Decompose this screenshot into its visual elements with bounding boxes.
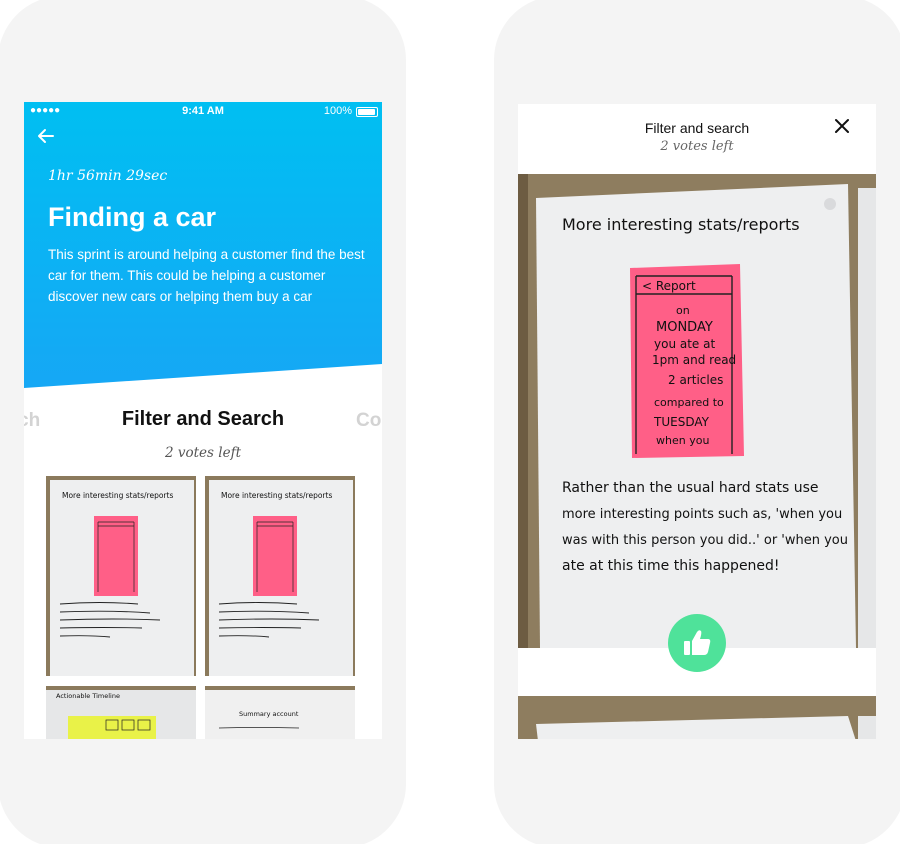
idea-thumbnail[interactable]: More interesting stats/reports xyxy=(46,476,196,676)
carousel-next-tab[interactable]: Co xyxy=(356,410,381,432)
phone-left: ●●●●● 9:41 AM 100% 1hr 56min 29sec Findi… xyxy=(0,0,406,844)
photo-heading: More interesting stats/reports xyxy=(562,215,800,234)
thumbs-up-icon xyxy=(684,630,711,655)
modal-votes-left: 2 votes left xyxy=(660,139,734,154)
sticky-note-line: you ate at xyxy=(654,337,715,351)
idea-thumbnail[interactable]: Actionable Timeline xyxy=(46,686,196,739)
sticky-note-line: 2 articles xyxy=(668,373,723,387)
idea-thumbnail[interactable]: More interesting stats/reports xyxy=(205,476,355,676)
modal-header: Filter and search 2 votes left xyxy=(518,104,876,174)
photo-body-line: Rather than the usual hard stats use xyxy=(562,480,819,496)
battery-percent: 100% xyxy=(323,105,352,117)
next-idea-photo[interactable] xyxy=(518,696,876,739)
sticky-note-line: 1pm and read xyxy=(652,353,736,367)
like-button[interactable] xyxy=(668,614,726,672)
sticky-note-header: < Report xyxy=(642,279,696,293)
status-bar: ●●●●● 9:41 AM 100% xyxy=(24,102,382,122)
thumbnail-heading: Summary account xyxy=(239,710,299,718)
close-icon[interactable] xyxy=(834,118,854,138)
sticky-note-line: MONDAY xyxy=(656,320,713,335)
carousel-title[interactable]: Filter and Search xyxy=(24,408,382,431)
sprint-title: Finding a car xyxy=(48,202,217,232)
sprint-description: This sprint is around helping a customer… xyxy=(48,247,365,304)
sticky-note-line: on xyxy=(676,304,690,317)
thumbnail-heading: More interesting stats/reports xyxy=(221,491,332,500)
sticky-note-line: when you xyxy=(656,434,709,447)
arrow-left-icon[interactable] xyxy=(36,126,58,148)
idea-thumbnail[interactable]: Summary account xyxy=(205,686,355,739)
phone-right: Filter and search 2 votes left More inte… xyxy=(494,0,900,844)
idea-detail-screen: Filter and search 2 votes left More inte… xyxy=(518,104,876,739)
photo-body-line: more interesting points such as, 'when y… xyxy=(562,507,842,522)
sprint-timer: 1hr 56min 29sec xyxy=(48,168,168,184)
votes-left: 2 votes left xyxy=(165,445,241,461)
modal-title: Filter and search xyxy=(644,120,750,136)
photo-body-line: was with this person you did..' or 'when… xyxy=(562,533,848,548)
sticky-note-line: TUESDAY xyxy=(653,415,710,429)
photo-body-line: ate at this time this happened! xyxy=(562,558,780,574)
sticky-note-line: compared to xyxy=(654,396,724,409)
thumbnail-heading: More interesting stats/reports xyxy=(62,491,173,500)
idea-photo: More interesting stats/reports < Report … xyxy=(518,174,876,648)
thumbnail-heading: Actionable Timeline xyxy=(56,692,120,700)
sprint-screen: ●●●●● 9:41 AM 100% 1hr 56min 29sec Findi… xyxy=(24,102,382,739)
battery-icon xyxy=(356,107,378,117)
